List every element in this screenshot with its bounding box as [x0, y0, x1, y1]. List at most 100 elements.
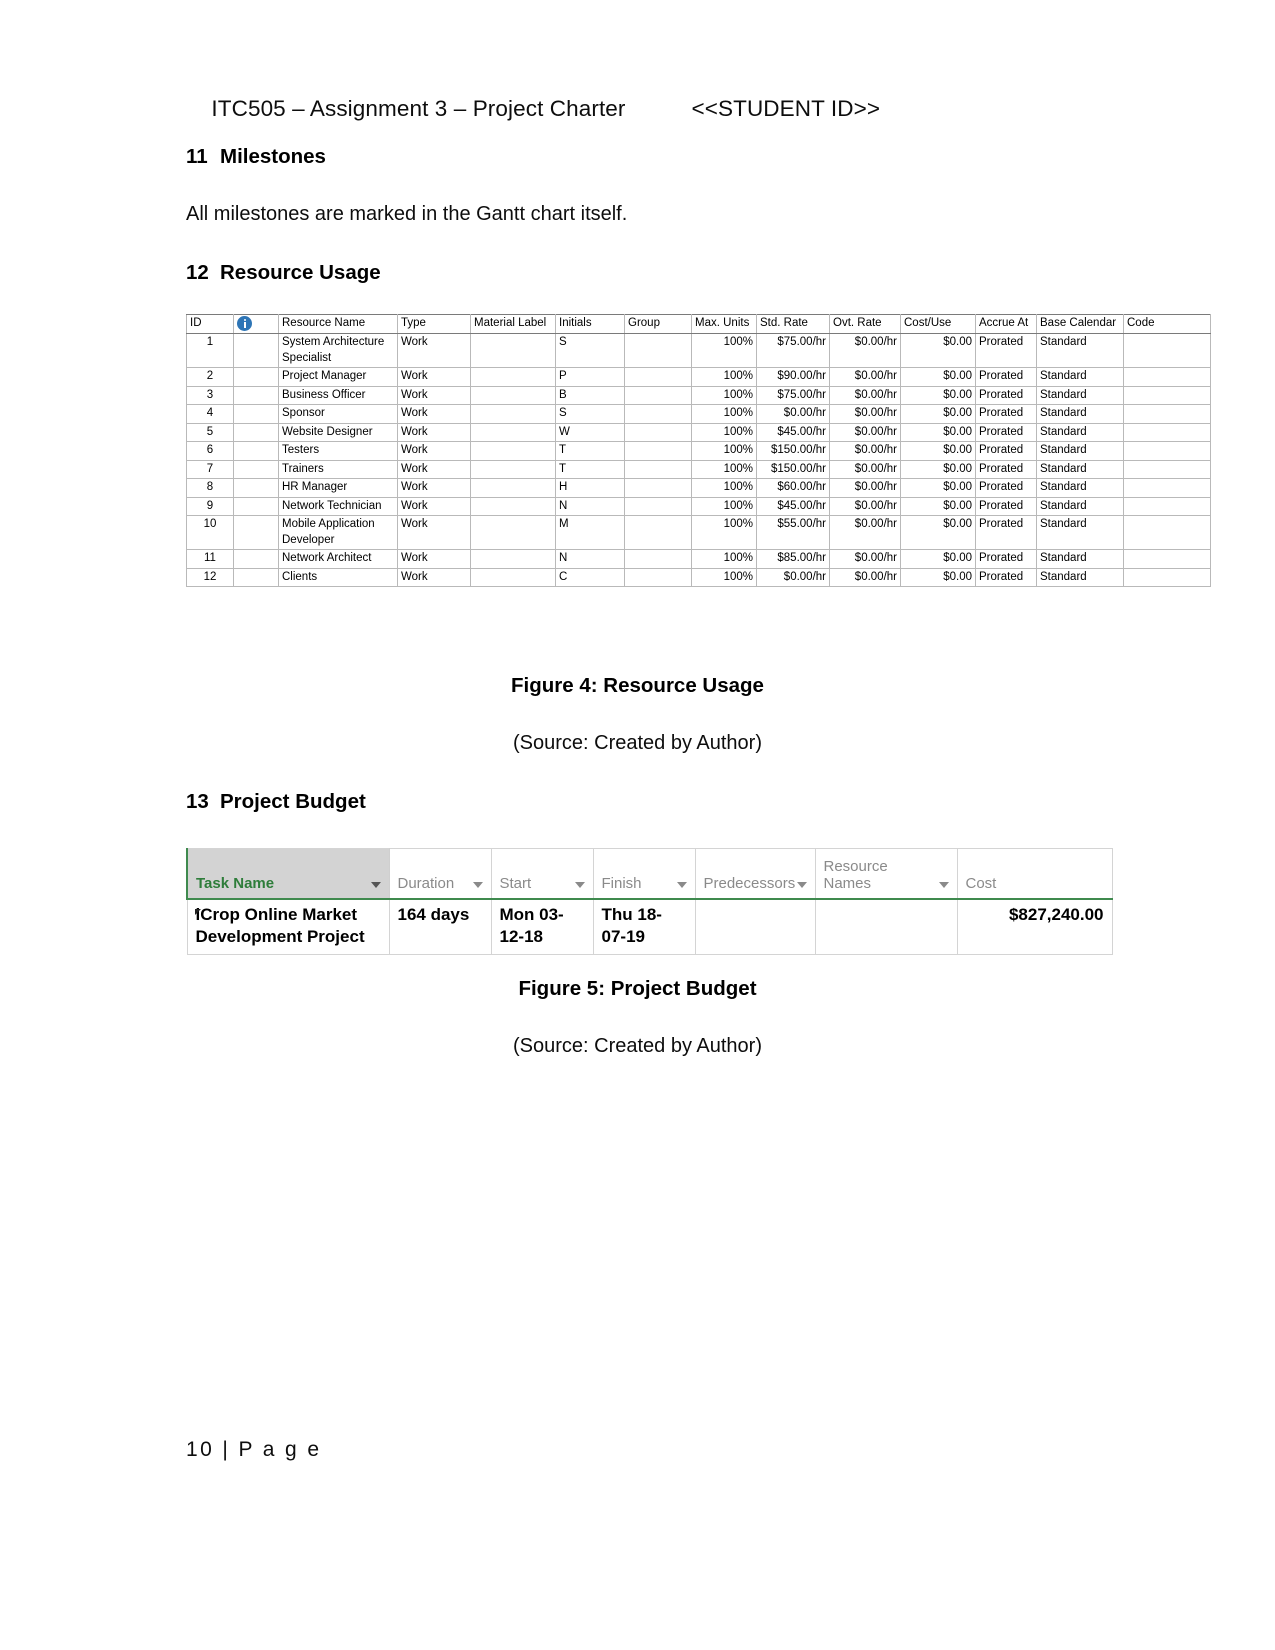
- cell-info: [233, 459, 279, 480]
- cell-ovt-rate: $0.00/hr: [829, 478, 901, 498]
- cell-resource-name: Mobile Application Developer: [278, 515, 398, 551]
- heading-resource-usage-label: Resource Usage: [220, 261, 381, 284]
- cell-accrue-at: Prorated: [975, 441, 1037, 461]
- cell-max-units: 100%: [691, 459, 757, 480]
- cell-code: [1123, 385, 1211, 406]
- column-header-initials: Initials: [555, 313, 625, 335]
- cell-accrue-at: Prorated: [975, 404, 1037, 424]
- cell-code: [1123, 459, 1211, 480]
- cell-max-units: 100%: [691, 549, 757, 569]
- table-row: 3 Business Officer Work B 100% $75.00/hr…: [186, 385, 1211, 406]
- cell-base-calendar: Standard: [1036, 567, 1124, 588]
- cell-ovt-rate: $0.00/hr: [829, 333, 901, 369]
- column-header-finish[interactable]: Finish: [592, 848, 696, 900]
- cell-accrue-at: Prorated: [975, 549, 1037, 569]
- cell-ovt-rate: $0.00/hr: [829, 515, 901, 551]
- cell-group: [624, 496, 692, 517]
- column-header-max-units: Max. Units: [691, 313, 757, 335]
- table-header-row: Task Name Duration Start Finish Predeces…: [186, 848, 1113, 900]
- cell-task-name[interactable]: iCrop Online Market Development Project: [186, 898, 390, 955]
- cell-material-label: [470, 515, 556, 551]
- cell-type: Work: [397, 422, 471, 443]
- cell-base-calendar: Standard: [1036, 404, 1124, 424]
- cell-group: [624, 333, 692, 369]
- cell-accrue-at: Prorated: [975, 385, 1037, 406]
- cell-info: [233, 367, 279, 387]
- cell-resource-name: Clients: [278, 567, 398, 588]
- chevron-down-icon[interactable]: [938, 881, 949, 888]
- cell-id: 8: [186, 478, 234, 498]
- cell-max-units: 100%: [691, 567, 757, 588]
- heading-project-budget-label: Project Budget: [220, 790, 366, 813]
- column-header-id: ID: [186, 313, 234, 335]
- cell-accrue-at: Prorated: [975, 367, 1037, 387]
- cell-type: Work: [397, 549, 471, 569]
- cell-base-calendar: Standard: [1036, 515, 1124, 551]
- cell-material-label: [470, 567, 556, 588]
- cell-max-units: 100%: [691, 333, 757, 369]
- cell-material-label: [470, 333, 556, 369]
- cell-accrue-at: Prorated: [975, 478, 1037, 498]
- paragraph-milestones: All milestones are marked in the Gantt c…: [186, 203, 628, 225]
- table-row: 2 Project Manager Work P 100% $90.00/hr …: [186, 367, 1211, 387]
- cell-code: [1123, 404, 1211, 424]
- cell-group: [624, 367, 692, 387]
- cell-type: Work: [397, 367, 471, 387]
- heading-project-budget: 13 Project Budget: [186, 790, 366, 814]
- chevron-down-icon[interactable]: [796, 881, 807, 888]
- column-header-std-rate: Std. Rate: [756, 313, 830, 335]
- cell-info: [233, 567, 279, 588]
- cell-accrue-at: Prorated: [975, 567, 1037, 588]
- page-number-footer: 10 | P a g e: [186, 1438, 322, 1461]
- column-header-finish-label: Finish: [601, 874, 642, 892]
- cell-ovt-rate: $0.00/hr: [829, 459, 901, 480]
- cell-max-units: 100%: [691, 404, 757, 424]
- table-row: 5 Website Designer Work W 100% $45.00/hr…: [186, 422, 1211, 443]
- column-header-predecessors[interactable]: Predecessors: [694, 848, 816, 900]
- collapse-triangle-icon[interactable]: [194, 908, 201, 915]
- cell-code: [1123, 496, 1211, 517]
- cell-base-calendar: Standard: [1036, 496, 1124, 517]
- resource-usage-figure: ID Resource Name Type Material Label Ini…: [186, 313, 1211, 588]
- cell-code: [1123, 549, 1211, 569]
- table-row: 7 Trainers Work T 100% $150.00/hr $0.00/…: [186, 459, 1211, 480]
- column-header-duration[interactable]: Duration: [388, 848, 492, 900]
- cell-base-calendar: Standard: [1036, 441, 1124, 461]
- column-header-cost[interactable]: Cost: [956, 848, 1113, 900]
- cell-accrue-at: Prorated: [975, 422, 1037, 443]
- cell-cost-use: $0.00: [900, 567, 976, 588]
- heading-milestones: 11 Milestones: [186, 145, 326, 169]
- chevron-down-icon[interactable]: [472, 881, 483, 888]
- cell-material-label: [470, 385, 556, 406]
- column-header-resource-name: Resource Name: [278, 313, 398, 335]
- cell-group: [624, 567, 692, 588]
- cell-info: [233, 496, 279, 517]
- cell-info: [233, 404, 279, 424]
- cell-base-calendar: Standard: [1036, 549, 1124, 569]
- cell-resource-name: Network Architect: [278, 549, 398, 569]
- cell-initials: N: [555, 549, 625, 569]
- cell-info: [233, 478, 279, 498]
- cell-id: 2: [186, 367, 234, 387]
- cell-id: 6: [186, 441, 234, 461]
- column-header-base-calendar: Base Calendar: [1036, 313, 1124, 335]
- column-header-cost-label: Cost: [965, 874, 997, 892]
- column-header-start-label: Start: [499, 874, 532, 892]
- cell-initials: H: [555, 478, 625, 498]
- cell-code: [1123, 422, 1211, 443]
- cell-group: [624, 385, 692, 406]
- chevron-down-icon[interactable]: [370, 881, 381, 888]
- cell-material-label: [470, 549, 556, 569]
- cell-code: [1123, 441, 1211, 461]
- column-header-task-name[interactable]: Task Name: [186, 848, 390, 900]
- figure-4-caption: Figure 4: Resource Usage: [511, 674, 764, 697]
- cell-type: Work: [397, 333, 471, 369]
- chevron-down-icon[interactable]: [676, 881, 687, 888]
- chevron-down-icon[interactable]: [574, 881, 585, 888]
- cell-cost-use: $0.00: [900, 441, 976, 461]
- cell-info: [233, 441, 279, 461]
- column-header-resource-names[interactable]: Resource Names: [814, 848, 958, 900]
- figure-5-caption: Figure 5: Project Budget: [518, 977, 757, 1000]
- heading-project-budget-number: 13: [186, 790, 209, 813]
- column-header-start[interactable]: Start: [490, 848, 594, 900]
